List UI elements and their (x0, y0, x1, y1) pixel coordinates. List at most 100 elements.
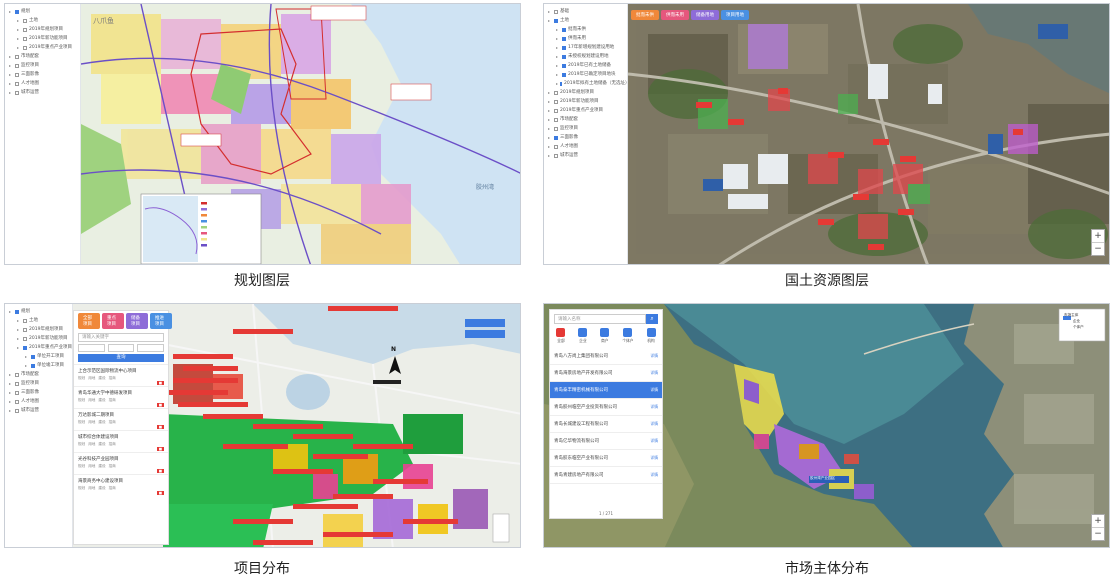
layer-tree-item[interactable]: ▸ 单位竣工项目 (5, 361, 72, 370)
layer-checkbox[interactable] (15, 381, 19, 386)
layer-tree-item[interactable]: ▸ 2019年规划项目 (544, 88, 627, 97)
layer-checkbox[interactable] (562, 36, 566, 41)
expand-arrow-icon[interactable]: ▸ (9, 406, 13, 415)
layer-tree-item[interactable]: ▸ 批而未供 (544, 25, 627, 34)
expand-arrow-icon[interactable]: ▸ (548, 97, 552, 106)
layer-checkbox[interactable] (31, 354, 35, 359)
layer-checkbox[interactable] (15, 72, 19, 77)
expand-arrow-icon[interactable]: ▸ (548, 124, 552, 133)
layer-tree-item[interactable]: ▸ 土地 (5, 16, 80, 25)
layer-checkbox[interactable] (23, 18, 27, 23)
expand-arrow-icon[interactable]: ▸ (556, 43, 560, 52)
layer-tree-item[interactable]: ▸ 市场配套 (5, 52, 80, 61)
category-tab[interactable]: 商户 (600, 328, 610, 344)
layer-checkbox[interactable] (554, 90, 558, 95)
expand-arrow-icon[interactable]: ▸ (548, 151, 552, 160)
layer-tree-item[interactable]: ▸ 未授权规划建设用地 (544, 52, 627, 61)
layer-tree-item[interactable]: ▸ 2019年已有土地储备 (544, 61, 627, 70)
layer-checkbox[interactable] (15, 309, 19, 314)
filter-select-1[interactable] (78, 344, 105, 352)
expand-arrow-icon[interactable]: ▸ (548, 16, 552, 25)
expand-arrow-icon[interactable]: ▸ (556, 52, 560, 61)
expand-arrow-icon[interactable]: ▸ (9, 307, 13, 316)
layer-checkbox[interactable] (554, 126, 558, 131)
layer-tree-item[interactable]: ▸ 土地 (544, 16, 627, 25)
zoom-control[interactable]: + − (1091, 514, 1105, 541)
layer-checkbox[interactable] (562, 63, 566, 68)
expand-arrow-icon[interactable]: ▸ (9, 397, 13, 406)
locate-badge-icon[interactable]: ■ (156, 491, 164, 495)
layer-tree-item[interactable]: ▸ 人才地图 (544, 142, 627, 151)
filter-button[interactable]: 储备项目 (126, 313, 148, 329)
layer-tree-item[interactable]: ▸ 规划 (5, 307, 72, 316)
pagination[interactable]: 1 / 271 (550, 511, 662, 516)
layer-tree-item[interactable]: ▸ 市场配套 (544, 115, 627, 124)
layer-tree-item[interactable]: ▸ 三面影像 (5, 388, 72, 397)
zoom-in-button[interactable]: + (1092, 230, 1104, 242)
layer-tree-item[interactable]: ▸ 城市运营 (5, 88, 80, 97)
project-list-item[interactable]: 青岛华通大学中德研发项目 规划 用地 建设 招商 ■ (74, 386, 168, 408)
layer-tree-item[interactable]: ▸ 监控项目 (5, 61, 80, 70)
layer-tree-item[interactable]: ▸ 城市运营 (5, 406, 72, 415)
layer-tree-item[interactable]: ▸ 三面影像 (544, 133, 627, 142)
expand-arrow-icon[interactable]: ▸ (17, 25, 21, 34)
filter-button[interactable]: 全部项目 (78, 313, 100, 329)
planning-map[interactable]: 八爪鱼 胶州湾 (81, 4, 520, 264)
category-tab[interactable]: 全部 (556, 328, 566, 344)
filter-button[interactable]: 重点项目 (102, 313, 124, 329)
layer-checkbox[interactable] (554, 117, 558, 122)
layer-checkbox[interactable] (23, 27, 27, 32)
layer-tree-item[interactable]: ▸ 基础 (544, 7, 627, 16)
layer-tree-item[interactable]: ▸ 2019年重点产业项目 (544, 106, 627, 115)
layer-tree-item[interactable]: ▸ 2019年新功能项目 (5, 34, 80, 43)
filter-select-2[interactable] (107, 344, 135, 352)
layer-checkbox[interactable] (554, 9, 558, 14)
expand-arrow-icon[interactable]: ▸ (9, 88, 13, 97)
layer-tree-item[interactable]: ▸ 人才地图 (5, 79, 80, 88)
category-tab[interactable]: 个体户 (622, 328, 634, 344)
layer-tree-item[interactable]: ▸ 单位开工项目 (5, 352, 72, 361)
expand-arrow-icon[interactable]: ▸ (9, 79, 13, 88)
details-link[interactable]: 详情 (650, 387, 658, 393)
details-link[interactable]: 详情 (650, 472, 658, 478)
project-list-item[interactable]: 上合示范区国际物流中心项目 规划 用地 建设 招商 ■ (74, 364, 168, 386)
layer-tree-item[interactable]: ▸ 土地 (5, 316, 72, 325)
layer-checkbox[interactable] (554, 144, 558, 149)
layer-checkbox[interactable] (15, 372, 19, 377)
layer-checkbox[interactable] (15, 390, 19, 395)
layer-tree-item[interactable]: ▸ 2019年拟有土地储备（无选址） (544, 79, 629, 88)
company-search-input[interactable]: 请输入名称 (554, 314, 646, 324)
project-list-item[interactable]: 海景商务中心建设项目 规划 用地 建设 招商 ■ (74, 474, 168, 496)
layer-tree-item[interactable]: ▸ 三面影像 (5, 70, 80, 79)
project-list-item[interactable]: 光谷科技产业园项目 规划 用地 建设 招商 ■ (74, 452, 168, 474)
layer-tree-item[interactable]: ▸ 2019年规划项目 (5, 325, 72, 334)
layer-checkbox[interactable] (562, 27, 566, 32)
layer-tree-item[interactable]: ▸ 人才地图 (5, 397, 72, 406)
layer-checkbox[interactable] (15, 399, 19, 404)
expand-arrow-icon[interactable]: ▸ (548, 133, 552, 142)
company-list-item[interactable]: 青岛长城建设工程有限公司 详情 (550, 416, 662, 433)
company-list-item[interactable]: 青岛八方尚上集团有限公司 详情 (550, 348, 662, 365)
project-search-input[interactable]: 请输入关键字 (78, 333, 164, 342)
layer-checkbox[interactable] (23, 45, 27, 50)
category-tab[interactable]: 企业 (578, 328, 588, 344)
layer-tree-item[interactable]: ▸ 监控项目 (5, 379, 72, 388)
expand-arrow-icon[interactable]: ▸ (9, 388, 13, 397)
expand-arrow-icon[interactable]: ▸ (556, 25, 560, 34)
details-link[interactable]: 详情 (650, 353, 658, 359)
expand-arrow-icon[interactable]: ▸ (548, 88, 552, 97)
zoom-control[interactable]: + − (1091, 229, 1105, 256)
layer-checkbox[interactable] (554, 18, 558, 23)
zoom-out-button[interactable]: − (1092, 242, 1104, 255)
layer-checkbox[interactable] (15, 81, 19, 86)
layer-tree-item[interactable]: ▸ 2019年重点产业项目 (5, 343, 72, 352)
expand-arrow-icon[interactable]: ▸ (17, 343, 21, 352)
locate-badge-icon[interactable]: ■ (156, 425, 164, 429)
category-tab[interactable]: 机构 (646, 328, 656, 344)
satellite-map[interactable]: 批而未供 供而未用 储备用地 项目用地 + − (628, 4, 1109, 264)
expand-arrow-icon[interactable]: ▸ (548, 115, 552, 124)
layer-checkbox[interactable] (15, 9, 19, 14)
layer-tree-item[interactable]: ▸ 规划 (5, 7, 80, 16)
details-link[interactable]: 详情 (650, 404, 658, 410)
expand-arrow-icon[interactable]: ▸ (17, 316, 21, 325)
